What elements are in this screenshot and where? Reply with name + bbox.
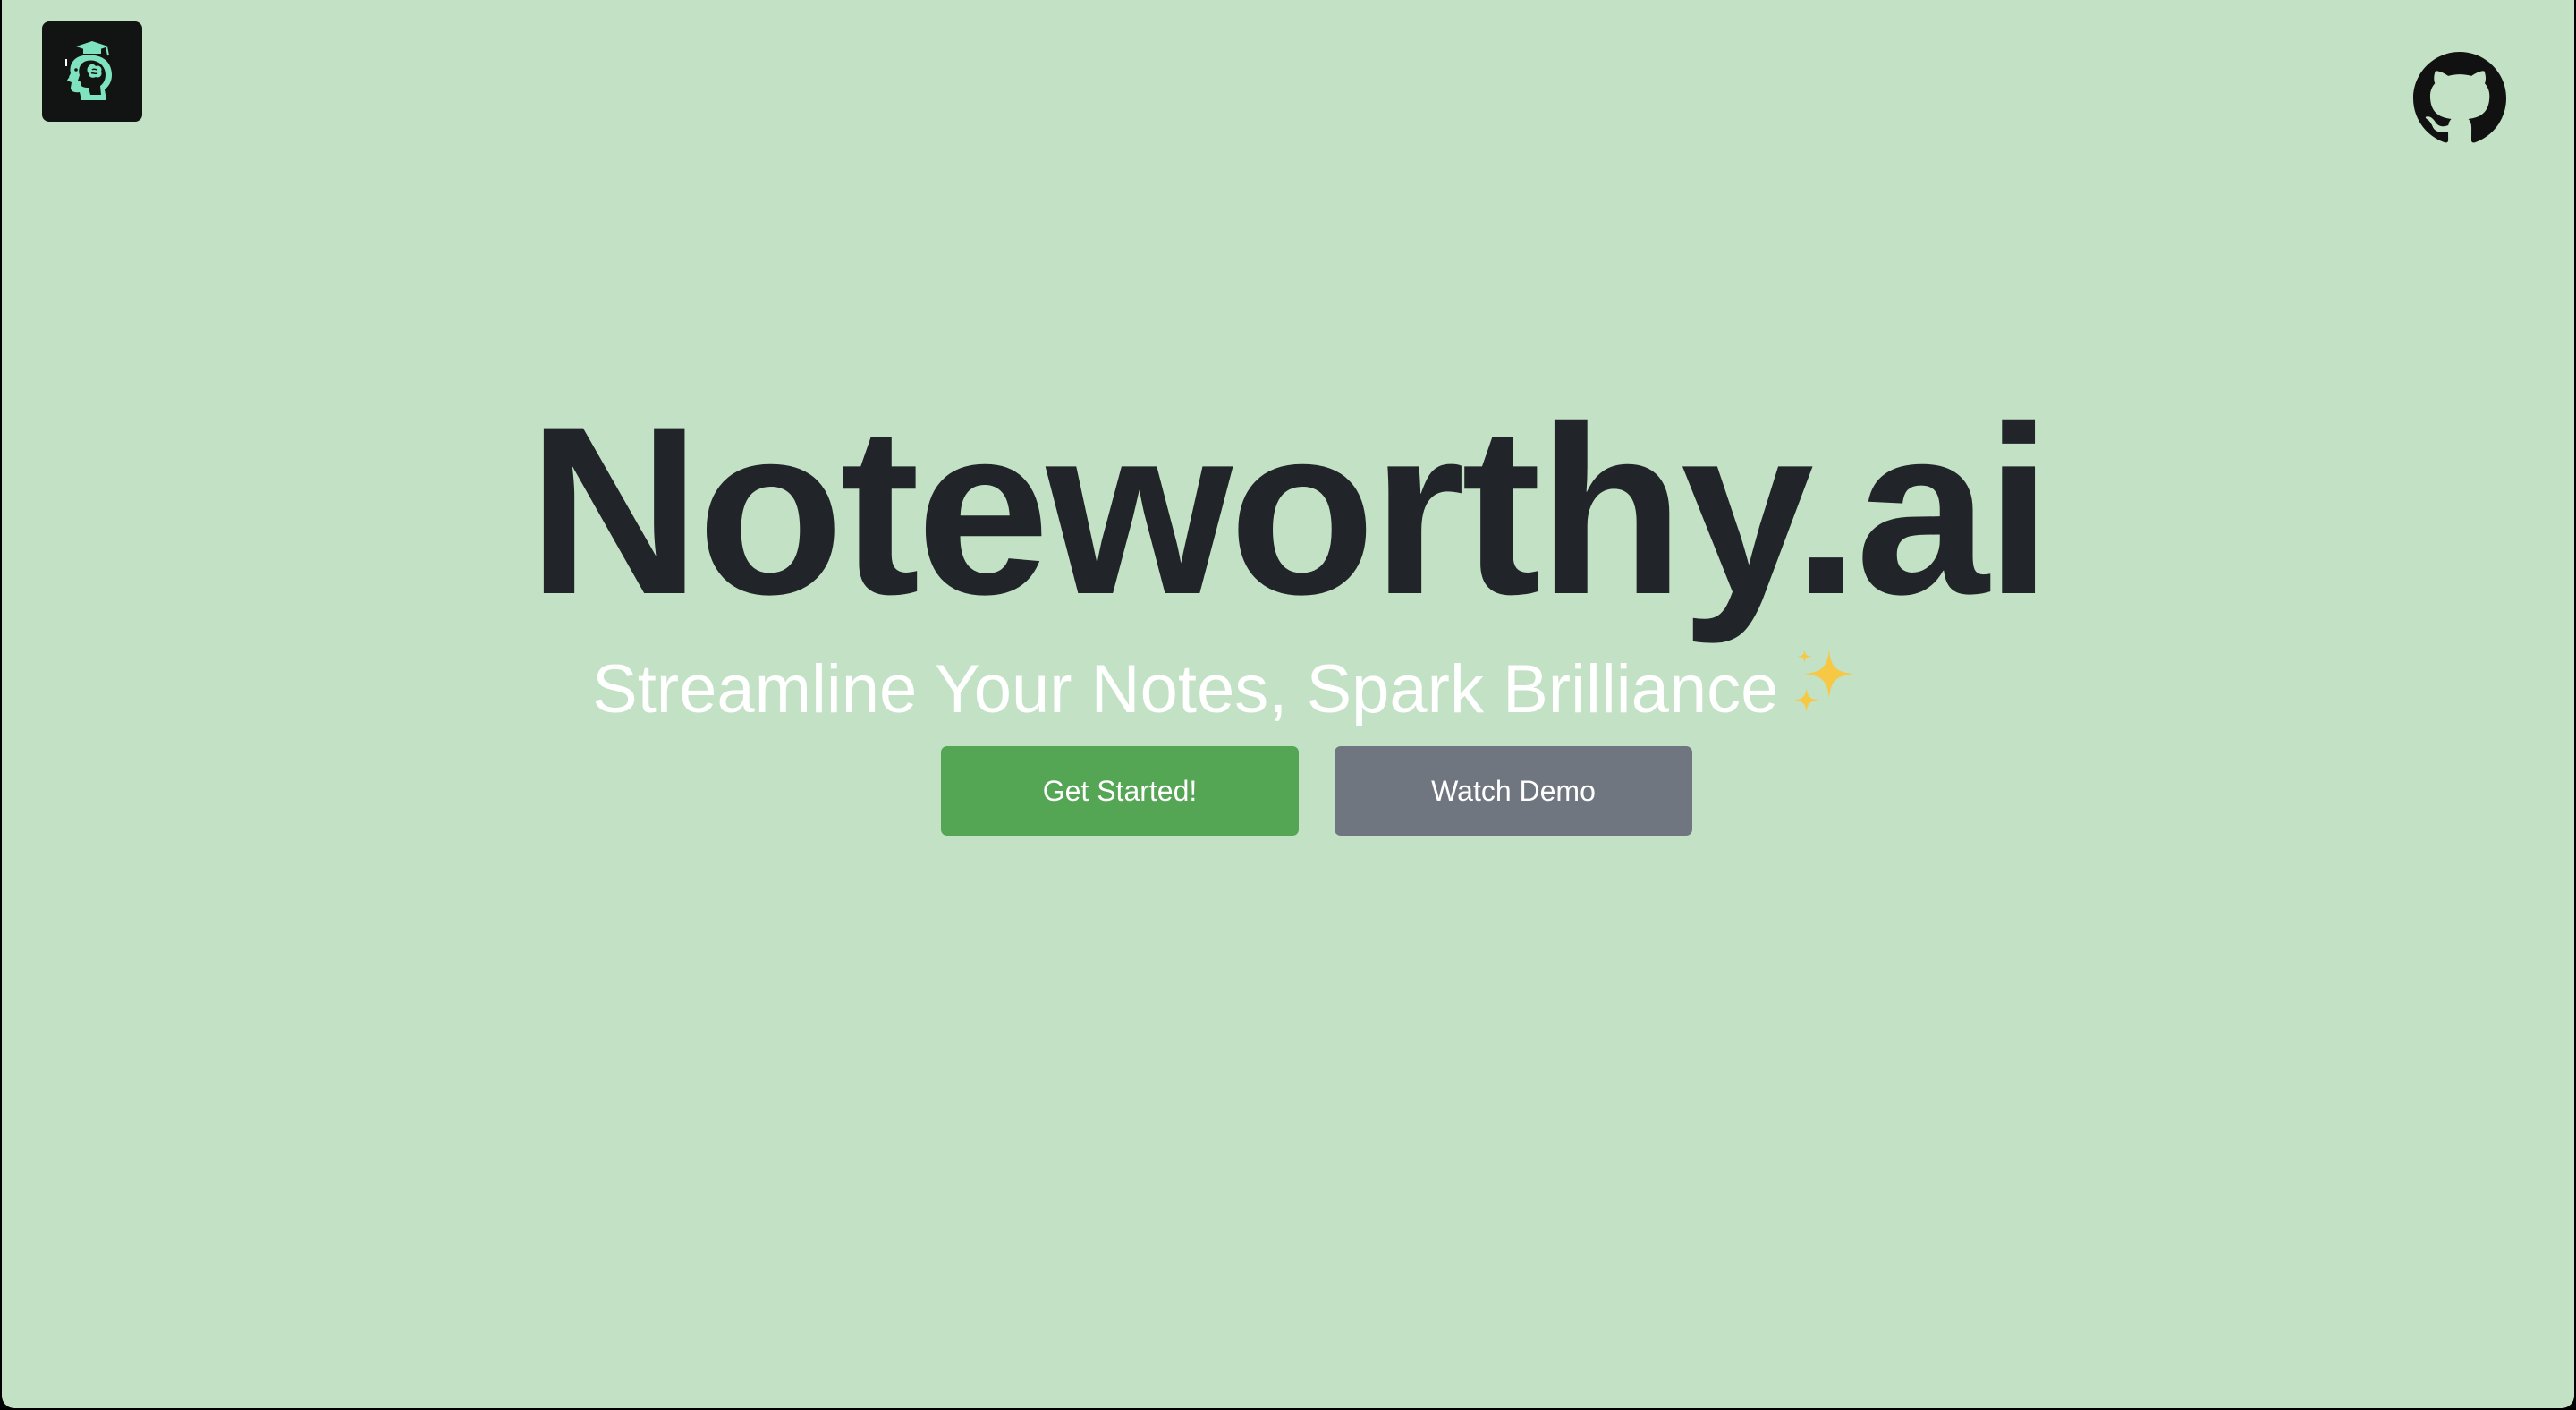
watch-demo-button[interactable]: Watch Demo: [1335, 746, 1692, 836]
github-icon: [2413, 52, 2506, 143]
github-link[interactable]: [2413, 52, 2506, 145]
hero-title: Noteworthy.ai: [527, 376, 2052, 644]
landing-page: Noteworthy.ai Streamline Your Notes, Spa…: [2, 0, 2574, 1408]
graduate-head-brain-icon: [64, 41, 112, 100]
sparkles-icon: [1791, 646, 1860, 716]
get-started-button[interactable]: Get Started!: [941, 746, 1299, 836]
app-logo[interactable]: [42, 21, 142, 122]
hero-tagline: Streamline Your Notes, Spark Brilliance: [592, 646, 1860, 733]
hero-tagline-text: Streamline Your Notes, Spark Brilliance: [592, 651, 1779, 727]
